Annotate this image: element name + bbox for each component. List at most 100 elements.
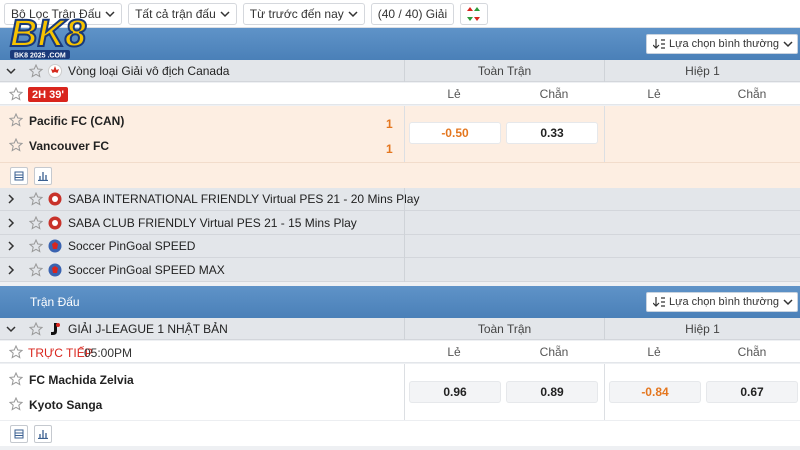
svg-text:BK8 2025 .COM: BK8 2025 .COM [14, 53, 66, 60]
jleague-logo-icon [51, 322, 60, 335]
divider [404, 235, 604, 258]
canada-flag-icon [48, 63, 62, 78]
odds-subheader: 2H 39' Lẻ Chẵn Lẻ Chẵn [0, 83, 800, 105]
bar-chart-icon [38, 430, 48, 439]
time-order-dropdown[interactable]: Từ trước đến nay [242, 2, 365, 25]
all-matches-label: Tất cả trận đấu [135, 6, 216, 21]
league-name: Soccer PinGoal SPEED MAX [68, 262, 225, 277]
col-le: Lẻ [447, 345, 461, 359]
home-team: FC Machida Zelvia [29, 373, 134, 387]
league-name: Vòng loại Giải vô địch Canada [68, 63, 230, 78]
bk8-logo: BK8 BK8 2025 .COM [9, 12, 88, 60]
column-first-half: Hiệp 1 [604, 318, 800, 340]
match-tools-row [0, 162, 800, 188]
favorite-star-icon[interactable] [9, 397, 23, 411]
league-count-label: (40 / 40) Giải [377, 6, 448, 21]
odds-subheader: TRỰC TIẾP 05:00PM Lẻ Chẵn Lẻ Chẵn [0, 341, 800, 363]
divider [604, 364, 605, 420]
favorite-star-icon[interactable] [29, 239, 43, 253]
away-team: Kyoto Sanga [29, 398, 103, 412]
sort-select[interactable]: Lựa chọn bình thường [645, 34, 798, 54]
league-row-jleague[interactable]: GIẢI J-LEAGUE 1 NHẬT BẢN Toàn Trận Hiệp … [0, 318, 800, 340]
favorite-star-icon[interactable] [29, 262, 43, 277]
odd-le-full[interactable]: -0.50 [410, 123, 500, 143]
away-team: Vancouver FC [29, 139, 110, 153]
home-team: Pacific FC (CAN) [29, 114, 125, 128]
chevron-down-icon[interactable] [6, 324, 16, 334]
favorite-star-icon[interactable] [9, 113, 23, 127]
divider [404, 211, 604, 235]
col-le-h1: Lẻ [647, 87, 661, 101]
favorite-star-icon[interactable] [9, 372, 23, 386]
match-row-machida-kyoto: FC Machida Zelvia Kyoto Sanga 0.96 0.89 … [0, 364, 800, 420]
sort-select-label: Lựa chọn bình thường [668, 296, 779, 308]
time-order-label: Từ trước đến nay [249, 6, 344, 21]
divider [604, 106, 605, 162]
match-stats-button[interactable] [34, 167, 52, 185]
chevron-down-icon[interactable] [6, 66, 16, 76]
chevron-down-icon [783, 299, 793, 306]
live-label: TRỰC TIẾP [28, 346, 93, 360]
favorite-star-icon[interactable] [29, 215, 43, 230]
sort-toggle-button[interactable] [460, 2, 489, 25]
league-row-collapsed[interactable]: SABA INTERNATIONAL FRIENDLY Virtual PES … [0, 188, 800, 211]
sort-select[interactable]: Lựa chọn bình thường [645, 292, 798, 312]
league-row-collapsed[interactable]: SABA CLUB FRIENDLY Virtual PES 21 - 15 M… [0, 211, 800, 235]
svg-text:BK8: BK8 [10, 13, 87, 55]
odd-chan-full[interactable]: 0.89 [507, 382, 597, 402]
column-full-match: Toàn Trận [404, 60, 604, 82]
favorite-star-icon[interactable] [29, 63, 43, 78]
chevron-right-icon[interactable] [6, 194, 16, 204]
sort-list-icon [652, 39, 665, 49]
league-count-button[interactable]: (40 / 40) Giải [370, 2, 455, 25]
league-name: GIẢI J-LEAGUE 1 NHẬT BẢN [68, 321, 228, 336]
match-time: 05:00PM [84, 346, 133, 360]
divider [404, 106, 405, 162]
league-row-collapsed[interactable]: Soccer PinGoal SPEED [0, 235, 800, 258]
sort-list-icon [652, 297, 665, 307]
all-matches-dropdown[interactable]: Tất cả trận đấu [128, 2, 237, 25]
chevron-down-icon [348, 10, 358, 17]
league-row-canada[interactable]: Vòng loại Giải vô địch Canada Toàn Trận … [0, 60, 800, 82]
favorite-star-icon[interactable] [9, 345, 23, 359]
odd-le-full[interactable]: 0.96 [410, 382, 500, 402]
odd-chan-half[interactable]: 0.67 [707, 382, 797, 402]
league-name: SABA CLUB FRIENDLY Virtual PES 21 - 15 M… [68, 215, 357, 230]
section-title: Trận Đấu [30, 295, 80, 309]
live-time-badge: 2H 39' [28, 87, 68, 102]
chevron-right-icon[interactable] [6, 241, 16, 251]
favorite-star-icon[interactable] [9, 87, 23, 101]
favorite-star-icon[interactable] [9, 138, 23, 152]
col-chan-h1: Chẵn [737, 345, 767, 359]
pingoal-league-icon [48, 239, 62, 253]
section-header-live: Lựa chọn bình thường [0, 28, 800, 60]
match-tools-row [0, 420, 800, 446]
match-stats-button[interactable] [34, 425, 52, 443]
odd-chan-full[interactable]: 0.33 [507, 123, 597, 143]
home-score: 1 [386, 117, 393, 131]
column-full-match: Toàn Trận [404, 318, 604, 340]
favorite-star-icon[interactable] [29, 321, 43, 336]
divider [404, 188, 604, 211]
chevron-right-icon[interactable] [6, 264, 16, 275]
saba-league-icon [48, 192, 62, 206]
match-list-button[interactable] [10, 425, 28, 443]
chevron-right-icon[interactable] [6, 217, 16, 228]
col-le: Lẻ [447, 87, 461, 101]
bar-chart-icon [38, 172, 48, 181]
col-le-h1: Lẻ [647, 345, 661, 359]
divider [404, 258, 604, 282]
sort-arrows-icon [467, 6, 481, 21]
favorite-star-icon[interactable] [29, 192, 43, 206]
league-row-collapsed[interactable]: Soccer PinGoal SPEED MAX [0, 258, 800, 282]
odd-le-half[interactable]: -0.84 [610, 382, 700, 402]
list-icon [14, 429, 24, 439]
section-header-matches: Trận Đấu Lựa chọn bình thường [0, 286, 800, 318]
away-score: 1 [386, 142, 393, 156]
saba-league-icon [48, 216, 62, 229]
match-list-button[interactable] [10, 167, 28, 185]
chevron-down-icon [783, 41, 793, 48]
chevron-down-icon [220, 10, 230, 17]
pingoal-league-icon [48, 263, 62, 276]
column-first-half: Hiệp 1 [604, 60, 800, 82]
